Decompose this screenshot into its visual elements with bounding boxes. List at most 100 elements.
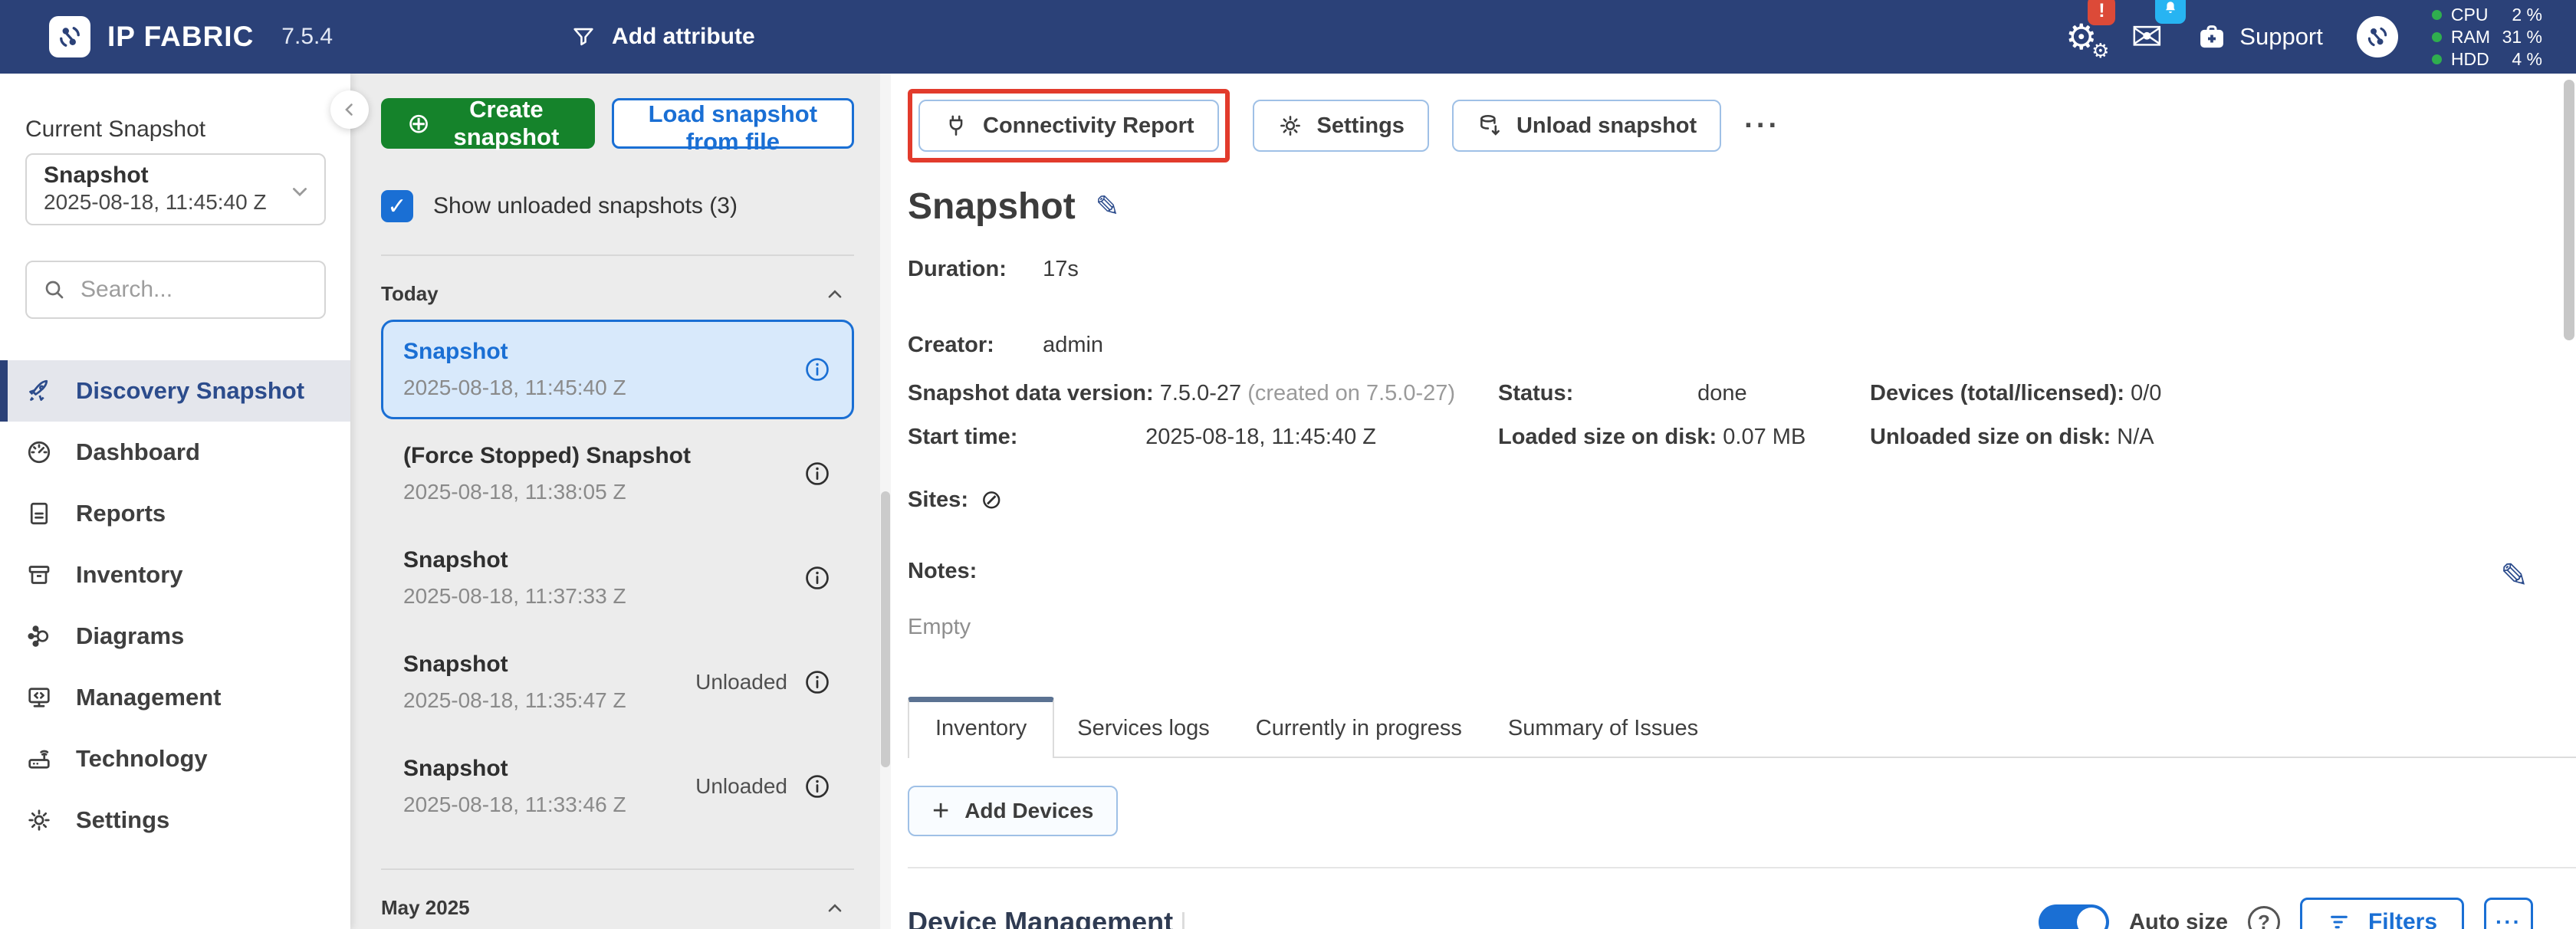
sidebar-item-dashboard[interactable]: Dashboard [0, 422, 350, 483]
user-avatar[interactable] [2357, 16, 2398, 57]
divider [381, 254, 854, 256]
tab-summary-of-issues[interactable]: Summary of Issues [1485, 699, 1721, 757]
sidebar-item-settings[interactable]: Settings [0, 789, 350, 851]
cpu-status-dot [2432, 10, 2442, 20]
sites-label: Sites: [908, 487, 968, 513]
snapshot-date: 2025-08-18, 11:45:40 Z [403, 376, 626, 400]
loaded-size-cell: Loaded size on disk: 0.07 MB [1498, 425, 1870, 450]
group-header-may-2025[interactable]: May 2025 [381, 896, 854, 920]
unloaded-badge: Unloaded [695, 670, 787, 694]
snapshot-panel: ⊕ Create snapshot Load snapshot from fil… [350, 74, 891, 929]
loaded-size-value: 0.07 MB [1723, 425, 1806, 449]
router-icon [25, 745, 53, 773]
devices-value: 0/0 [2131, 381, 2161, 405]
current-snapshot-label: Current Snapshot [25, 117, 350, 143]
unloaded-size-label: Unloaded size on disk: [1870, 425, 2111, 450]
settings-button[interactable]: Settings [1253, 100, 1429, 152]
edit-notes-icon[interactable]: ✎ [2500, 556, 2528, 596]
snapshot-list-item[interactable]: Snapshot 2025-08-18, 11:35:47 Z Unloaded [381, 632, 854, 732]
snapshot-date: 2025-08-18, 11:35:47 Z [403, 688, 626, 713]
sidebar-item-discovery-snapshot[interactable]: Discovery Snapshot [0, 360, 350, 422]
hdd-status-dot [2432, 54, 2442, 64]
system-settings-icon[interactable]: ⚙ ⚙ ! [2065, 19, 2097, 54]
show-unloaded-label: Show unloaded snapshots (3) [433, 193, 738, 219]
devices-label: Devices (total/licensed): [1870, 381, 2124, 406]
add-devices-button[interactable]: + Add Devices [908, 786, 1118, 836]
detail-grid: Snapshot data version: 7.5.0-27 (created… [908, 381, 2576, 450]
cpu-value: 2 % [2499, 5, 2542, 25]
load-snapshot-button[interactable]: Load snapshot from file [612, 98, 854, 149]
group-title: Today [381, 282, 439, 306]
sidebar-item-diagrams[interactable]: Diagrams [0, 606, 350, 667]
duration-label: Duration: [908, 257, 1037, 282]
plug-icon [943, 113, 969, 139]
sidebar-item-label: Management [76, 684, 221, 711]
sidebar-item-management[interactable]: Management [0, 667, 350, 728]
settings-label: Settings [1317, 113, 1405, 139]
sidebar-item-label: Dashboard [76, 438, 200, 466]
main-scrollbar-thumb[interactable] [2564, 80, 2574, 340]
info-icon[interactable] [803, 459, 832, 488]
filters-button[interactable]: Filters [2300, 898, 2464, 929]
topbar: IP FABRIC 7.5.4 Add attribute ⚙ ⚙ ! ✉ [0, 0, 2576, 74]
filter-lines-icon [2327, 910, 2351, 929]
table-more-button[interactable]: ··· [2484, 898, 2533, 929]
plus-circle-icon: ⊕ [407, 107, 430, 140]
sites-row: Sites: ⊘ [908, 487, 2576, 513]
search-input[interactable] [80, 277, 295, 303]
add-attribute-label: Add attribute [612, 24, 755, 50]
sidebar-item-label: Settings [76, 806, 169, 834]
database-download-icon [1477, 113, 1503, 139]
sidebar-item-technology[interactable]: Technology [0, 728, 350, 789]
sidebar-item-inventory[interactable]: Inventory [0, 544, 350, 606]
version-cell: Snapshot data version: 7.5.0-27 (created… [908, 381, 1498, 406]
unload-snapshot-button[interactable]: Unload snapshot [1452, 100, 1721, 152]
sidebar-item-label: Inventory [76, 561, 183, 589]
snapshot-select[interactable]: Snapshot 2025-08-18, 11:45:40 Z [25, 153, 326, 225]
add-attribute-button[interactable]: Add attribute [570, 24, 755, 50]
tab-currently-in-progress[interactable]: Currently in progress [1233, 699, 1485, 757]
tab-services-logs[interactable]: Services logs [1054, 699, 1232, 757]
support-button[interactable]: Support [2196, 21, 2323, 52]
info-icon[interactable] [803, 772, 832, 801]
snapshot-list: Snapshot 2025-08-18, 11:45:40 Z (Force S… [381, 320, 854, 836]
group-title: May 2025 [381, 896, 470, 920]
unloaded-badge: Unloaded [695, 774, 787, 799]
snapshot-list-item[interactable]: Snapshot 2025-08-18, 11:45:40 Z [381, 320, 854, 419]
snapshot-list-item[interactable]: Snapshot 2025-08-18, 11:33:46 Z Unloaded [381, 737, 854, 836]
snapshot-list-item[interactable]: (Force Stopped) Snapshot 2025-08-18, 11:… [381, 424, 854, 524]
chevron-up-icon [825, 284, 845, 304]
tab-inventory[interactable]: Inventory [908, 697, 1054, 758]
cpu-label: CPU [2451, 5, 2490, 25]
brand: IP FABRIC 7.5.4 [49, 16, 333, 57]
sidebar-item-reports[interactable]: Reports [0, 483, 350, 544]
edit-title-icon[interactable]: ✎ [1096, 189, 1120, 224]
snapshot-name: Snapshot [403, 547, 626, 573]
auto-size-label: Auto size [2129, 910, 2228, 929]
ram-status-dot [2432, 32, 2442, 42]
brand-name: IP FABRIC [107, 21, 254, 53]
sidebar-item-label: Technology [76, 745, 208, 773]
snapshot-list-item[interactable]: Snapshot 2025-08-18, 11:37:33 Z [381, 528, 854, 628]
alert-badge: ! [2088, 0, 2115, 25]
info-icon[interactable] [803, 563, 832, 593]
group-header-today[interactable]: Today [381, 282, 854, 306]
devices-cell: Devices (total/licensed): 0/0 [1870, 381, 2576, 406]
help-icon[interactable]: ? [2248, 906, 2280, 929]
brand-version: 7.5.4 [281, 24, 333, 50]
connectivity-report-button[interactable]: Connectivity Report [918, 100, 1219, 152]
panel-scrollbar-thumb[interactable] [881, 491, 890, 767]
gear-icon [25, 806, 53, 834]
create-snapshot-button[interactable]: ⊕ Create snapshot [381, 98, 595, 149]
table-column-edge [1182, 912, 1184, 929]
info-icon[interactable] [803, 668, 832, 697]
info-icon[interactable] [803, 355, 832, 384]
messages-icon[interactable]: ✉ [2131, 18, 2163, 56]
sidebar-collapse-button[interactable] [330, 90, 369, 129]
toggle-knob [2077, 908, 2106, 929]
system-stats: CPU 2 % RAM 31 % HDD 4 % [2432, 5, 2542, 69]
checkbox-checked-icon[interactable]: ✓ [381, 190, 413, 222]
show-unloaded-checkbox-row[interactable]: ✓ Show unloaded snapshots (3) [381, 190, 854, 222]
auto-size-toggle[interactable] [2039, 904, 2109, 929]
toolbar-more-button[interactable]: ··· [1744, 110, 1780, 143]
